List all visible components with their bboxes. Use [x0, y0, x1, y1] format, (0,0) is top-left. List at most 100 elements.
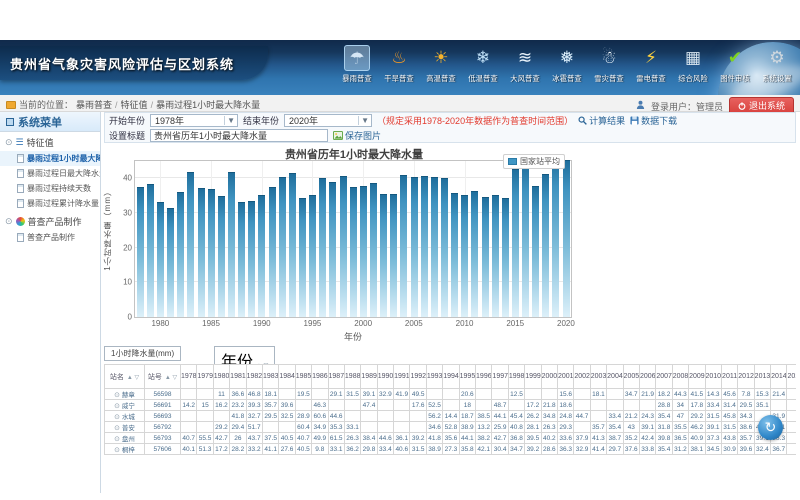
bar-1999[interactable]: [350, 187, 357, 317]
bar-2010[interactable]: [461, 195, 468, 317]
bar-2017[interactable]: [532, 186, 539, 317]
col-header-year-1985[interactable]: 1985: [295, 365, 311, 389]
bar-1981[interactable]: [167, 208, 174, 317]
col-header-year-2012[interactable]: 2012: [738, 365, 754, 389]
nav-item-wind[interactable]: ≋大风普查: [504, 43, 546, 91]
bar-1987[interactable]: [228, 172, 235, 317]
bar-2011[interactable]: [471, 191, 478, 317]
expand-row-icon[interactable]: ⊙: [114, 403, 120, 410]
bar-2020[interactable]: [563, 160, 570, 317]
col-header-year-1986[interactable]: 1986: [312, 365, 328, 389]
bar-1989[interactable]: [248, 201, 255, 317]
breadcrumb-link[interactable]: 暴雨普查: [76, 100, 112, 110]
bar-1993[interactable]: [289, 173, 296, 317]
data-download-button[interactable]: 数据下载: [630, 114, 677, 127]
bar-2013[interactable]: [492, 195, 499, 317]
bar-1979[interactable]: [147, 184, 154, 317]
save-image-button[interactable]: 保存图片: [333, 129, 381, 142]
col-header-year-1993[interactable]: 1993: [426, 365, 442, 389]
bar-2018[interactable]: [542, 174, 549, 317]
station-table-wrap[interactable]: 站名▲ ▽站号▲ ▽197819791980198119821983198419…: [104, 364, 796, 462]
bar-1986[interactable]: [218, 196, 225, 317]
sidebar-group-特征值[interactable]: ⊙☰特征值: [0, 132, 100, 151]
collapse-icon[interactable]: ⊙: [5, 137, 13, 148]
float-refresh-icon[interactable]: ↻: [758, 415, 783, 440]
expand-row-icon[interactable]: ⊙: [114, 447, 120, 454]
col-header-year-1999[interactable]: 1999: [525, 365, 541, 389]
col-header-year-1987[interactable]: 1987: [328, 365, 344, 389]
bar-1997[interactable]: [329, 182, 336, 317]
end-year-select[interactable]: 2020年▼: [284, 114, 372, 127]
sidebar-item[interactable]: 暴雨过程累计降水量: [0, 196, 100, 211]
col-header-year-2006[interactable]: 2006: [639, 365, 655, 389]
col-header-year-1981[interactable]: 1981: [230, 365, 246, 389]
sort-icons[interactable]: ▲ ▽: [127, 375, 139, 381]
col-header-year-1979[interactable]: 1979: [197, 365, 213, 389]
bar-2008[interactable]: [441, 178, 448, 317]
bar-2012[interactable]: [482, 197, 489, 317]
bar-1992[interactable]: [279, 177, 286, 317]
breadcrumb-link[interactable]: 特征值: [121, 100, 148, 110]
col-header-year-1996[interactable]: 1996: [476, 365, 492, 389]
nav-item-low-temp[interactable]: ❄低温普查: [462, 43, 504, 91]
col-header-year-2015[interactable]: 2015: [787, 365, 796, 389]
nav-item-map-review[interactable]: ✔图件审核: [714, 43, 756, 91]
sidebar-item[interactable]: 暴雨过程日最大降水量: [0, 166, 100, 181]
bar-1994[interactable]: [299, 198, 306, 317]
start-year-select[interactable]: 1978年▼: [150, 114, 238, 127]
col-header-year-1995[interactable]: 1995: [459, 365, 475, 389]
bar-2004[interactable]: [400, 175, 407, 317]
bar-1990[interactable]: [258, 195, 265, 317]
col-header-station-name[interactable]: 站名▲ ▽: [105, 365, 145, 389]
chart-title-input[interactable]: 贵州省历年1小时最大降水量: [150, 129, 328, 142]
expand-row-icon[interactable]: ⊙: [114, 414, 120, 421]
bar-1978[interactable]: [137, 187, 144, 317]
col-header-year-2000[interactable]: 2000: [541, 365, 557, 389]
nav-item-drought[interactable]: ♨干旱普查: [378, 43, 420, 91]
col-header-year-1988[interactable]: 1988: [344, 365, 360, 389]
col-header-year-1978[interactable]: 1978: [181, 365, 197, 389]
sidebar-group-普查产品制作[interactable]: ⊙普查产品制作: [0, 211, 100, 230]
col-header-year-2010[interactable]: 2010: [705, 365, 721, 389]
col-header-year-2003[interactable]: 2003: [590, 365, 606, 389]
col-header-year-1990[interactable]: 1990: [377, 365, 393, 389]
bar-1995[interactable]: [309, 195, 316, 317]
col-header-year-1982[interactable]: 1982: [246, 365, 262, 389]
bar-1996[interactable]: [319, 178, 326, 317]
col-header-year-2009[interactable]: 2009: [689, 365, 705, 389]
bar-2002[interactable]: [380, 194, 387, 317]
col-header-year-1989[interactable]: 1989: [361, 365, 377, 389]
col-header-year-2007[interactable]: 2007: [656, 365, 672, 389]
bar-2000[interactable]: [360, 186, 367, 317]
bar-2003[interactable]: [390, 194, 397, 317]
col-header-year-1980[interactable]: 1980: [213, 365, 229, 389]
bar-2007[interactable]: [431, 177, 438, 317]
col-header-year-1994[interactable]: 1994: [443, 365, 459, 389]
bar-1988[interactable]: [238, 202, 245, 317]
bar-2005[interactable]: [411, 177, 418, 317]
col-header-year-1992[interactable]: 1992: [410, 365, 426, 389]
bar-1982[interactable]: [177, 192, 184, 317]
bar-2001[interactable]: [370, 183, 377, 317]
bar-1991[interactable]: [269, 187, 276, 317]
bar-1980[interactable]: [157, 202, 164, 317]
col-header-year-2002[interactable]: 2002: [574, 365, 590, 389]
bar-1984[interactable]: [198, 188, 205, 317]
sidebar-item[interactable]: 普查产品制作: [0, 230, 100, 245]
expand-row-icon[interactable]: ⊙: [114, 425, 120, 432]
expand-row-icon[interactable]: ⊙: [114, 436, 120, 443]
col-header-year-2005[interactable]: 2005: [623, 365, 639, 389]
sort-icons[interactable]: ▲ ▽: [165, 375, 177, 381]
nav-item-high-temp[interactable]: ☀高温普查: [420, 43, 462, 91]
bar-2009[interactable]: [451, 193, 458, 317]
bar-2019[interactable]: [552, 157, 559, 317]
col-header-year-2001[interactable]: 2001: [557, 365, 573, 389]
expand-row-icon[interactable]: ⊙: [114, 392, 120, 399]
col-header-year-2013[interactable]: 2013: [754, 365, 770, 389]
col-header-year-1998[interactable]: 1998: [508, 365, 524, 389]
nav-item-lightning[interactable]: ⚡雷电普查: [630, 43, 672, 91]
bar-2016[interactable]: [522, 163, 529, 317]
col-header-station-id[interactable]: 站号▲ ▽: [145, 365, 181, 389]
col-header-year-2014[interactable]: 2014: [771, 365, 787, 389]
bar-1998[interactable]: [340, 176, 347, 317]
